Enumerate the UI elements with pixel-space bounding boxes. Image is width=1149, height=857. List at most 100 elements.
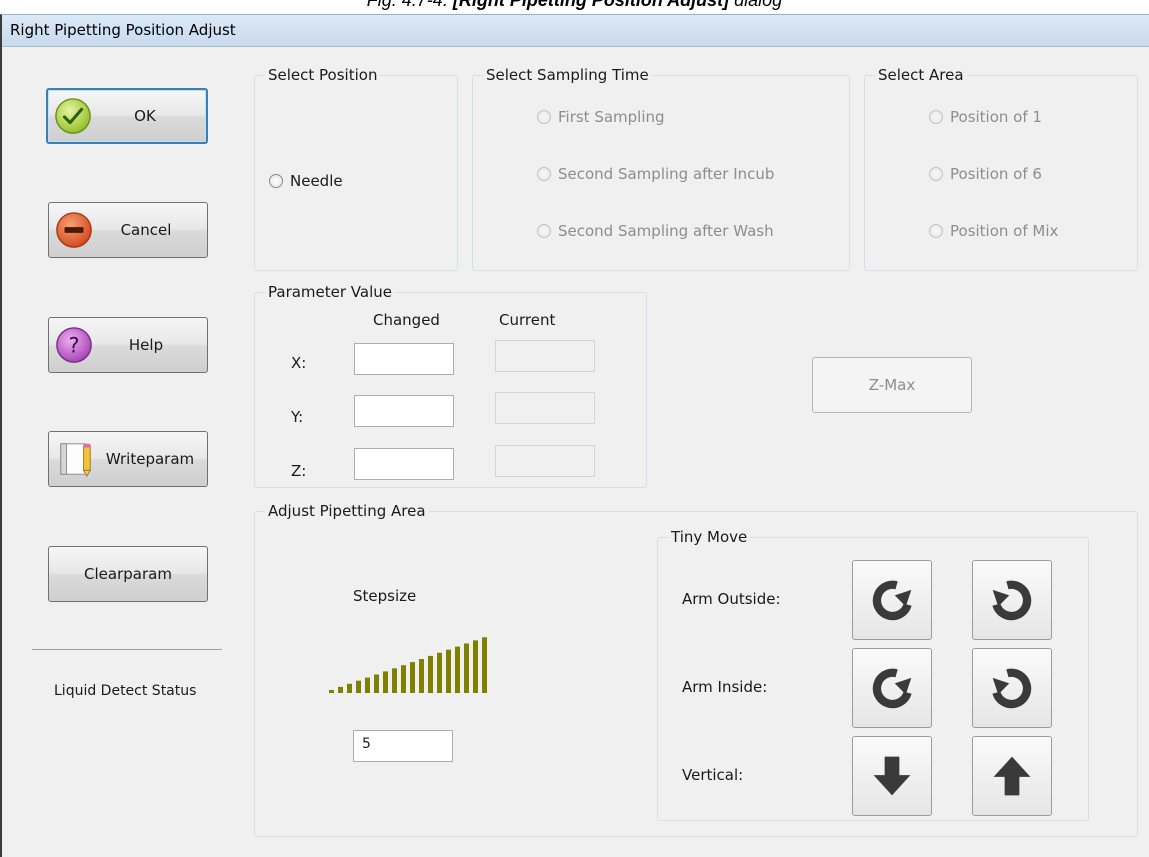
- select-area-title: Select Area: [875, 66, 967, 84]
- y-current-field: [495, 392, 595, 424]
- arm-outside-cw-button[interactable]: [972, 560, 1052, 640]
- question-icon: ?: [56, 327, 92, 363]
- stepsize-level-bars: [329, 637, 487, 693]
- level-bar: [455, 646, 460, 693]
- arm-inside-cw-button[interactable]: [972, 648, 1052, 728]
- radio-dot: [929, 110, 943, 124]
- radio-dot: [929, 224, 943, 238]
- level-bar: [338, 686, 343, 693]
- clearparam-button[interactable]: Clearparam: [48, 546, 208, 602]
- cancel-label: Cancel: [120, 221, 172, 239]
- help-button[interactable]: ? Help: [48, 317, 208, 373]
- stop-icon: [56, 212, 92, 248]
- radio-needle[interactable]: Needle: [269, 172, 343, 190]
- level-bar: [392, 668, 397, 693]
- changed-header: Changed: [373, 311, 440, 329]
- radio-second-sampling-incub-label: Second Sampling after Incub: [558, 165, 775, 183]
- figure-caption: Fig. 4.7-4. [Right Pipetting Position Ad…: [0, 0, 1149, 14]
- radio-dot: [929, 167, 943, 181]
- radio-position-1[interactable]: Position of 1: [929, 108, 1042, 126]
- radio-second-sampling-incub[interactable]: Second Sampling after Incub: [537, 165, 774, 183]
- z-max-button[interactable]: Z-Max: [812, 357, 972, 413]
- arm-inside-ccw-button[interactable]: [852, 648, 932, 728]
- level-bar: [365, 677, 370, 693]
- arrow-down-icon: [873, 756, 911, 796]
- tiny-move-title: Tiny Move: [668, 528, 751, 546]
- svg-text:?: ?: [68, 334, 79, 358]
- z-label: Z:: [291, 462, 307, 480]
- level-bar: [356, 680, 361, 693]
- ok-label: OK: [134, 107, 156, 125]
- parameter-value-title: Parameter Value: [265, 283, 395, 301]
- level-bar: [410, 662, 415, 693]
- z-current-field: [495, 445, 595, 477]
- level-bar: [419, 659, 424, 693]
- caption-suffix: dialog: [734, 0, 783, 10]
- radio-position-6[interactable]: Position of 6: [929, 165, 1042, 183]
- radio-second-sampling-wash-label: Second Sampling after Wash: [558, 222, 774, 240]
- caption-prefix: Fig. 4.7-4.: [366, 0, 448, 10]
- level-bar: [329, 690, 334, 693]
- arrow-up-icon: [993, 756, 1031, 796]
- liquid-detect-status-label: Liquid Detect Status: [54, 683, 197, 699]
- radio-needle-label: Needle: [290, 172, 343, 190]
- radio-dot: [537, 224, 551, 238]
- level-bar: [446, 649, 451, 693]
- radio-position-mix[interactable]: Position of Mix: [929, 222, 1058, 240]
- rotate-cw-icon: [992, 668, 1032, 709]
- notebook-pencil-icon: [60, 443, 92, 478]
- vertical-down-button[interactable]: [852, 736, 932, 816]
- radio-dot: [269, 174, 283, 188]
- radio-position-mix-label: Position of Mix: [950, 222, 1059, 240]
- level-bar: [437, 652, 442, 693]
- x-changed-input[interactable]: [354, 343, 454, 375]
- level-bar: [464, 643, 469, 693]
- clearparam-label: Clearparam: [84, 565, 172, 583]
- radio-dot: [537, 110, 551, 124]
- radio-dot: [537, 167, 551, 181]
- radio-first-sampling-label: First Sampling: [558, 108, 665, 126]
- select-position-group: Select Position Needle: [254, 66, 458, 271]
- current-header: Current: [499, 311, 556, 329]
- y-changed-input[interactable]: [354, 395, 454, 427]
- arm-outside-ccw-button[interactable]: [852, 560, 932, 640]
- level-bar: [347, 683, 352, 693]
- arm-inside-label: Arm Inside:: [682, 678, 768, 696]
- level-bar: [473, 640, 478, 693]
- z-changed-input[interactable]: [354, 448, 454, 480]
- y-label: Y:: [291, 408, 304, 426]
- select-sampling-time-title: Select Sampling Time: [483, 66, 652, 84]
- level-bar: [482, 637, 487, 693]
- adjust-pipetting-area-group: Adjust Pipetting Area Stepsize 5 Tiny Mo…: [254, 502, 1138, 837]
- title-bar[interactable]: Right Pipetting Position Adjust: [2, 15, 1149, 47]
- separator-line: [32, 649, 222, 650]
- rotate-ccw-icon: [872, 668, 912, 709]
- level-bar: [374, 674, 379, 693]
- vertical-label: Vertical:: [682, 766, 744, 784]
- radio-first-sampling[interactable]: First Sampling: [537, 108, 665, 126]
- tiny-move-group: Tiny Move Arm Outside: Arm Inside: Verti…: [657, 528, 1089, 821]
- select-position-title: Select Position: [265, 66, 381, 84]
- radio-second-sampling-wash[interactable]: Second Sampling after Wash: [537, 222, 774, 240]
- window-title: Right Pipetting Position Adjust: [10, 21, 236, 39]
- rotate-ccw-icon: [872, 580, 912, 621]
- writeparam-button[interactable]: Writeparam: [48, 431, 208, 487]
- level-bar: [401, 665, 406, 693]
- adjust-pipetting-area-title: Adjust Pipetting Area: [265, 502, 429, 520]
- level-bar: [383, 671, 388, 693]
- help-label: Help: [128, 336, 164, 354]
- ok-button[interactable]: OK: [46, 88, 208, 144]
- cancel-button[interactable]: Cancel: [48, 202, 208, 258]
- dialog-window: Right Pipetting Position Adjust OK Cance…: [0, 14, 1149, 857]
- x-current-field: [495, 340, 595, 372]
- checkmark-icon: [55, 98, 91, 134]
- level-bar: [428, 655, 433, 693]
- vertical-up-button[interactable]: [972, 736, 1052, 816]
- radio-position-6-label: Position of 6: [950, 165, 1042, 183]
- stepsize-label: Stepsize: [353, 587, 417, 605]
- select-sampling-time-group: Select Sampling Time First Sampling Seco…: [472, 66, 850, 271]
- stepsize-input[interactable]: 5: [353, 730, 453, 762]
- caption-title: [Right Pipetting Position Adjust]: [452, 0, 730, 10]
- z-max-label: Z-Max: [868, 376, 916, 394]
- x-label: X:: [291, 354, 307, 372]
